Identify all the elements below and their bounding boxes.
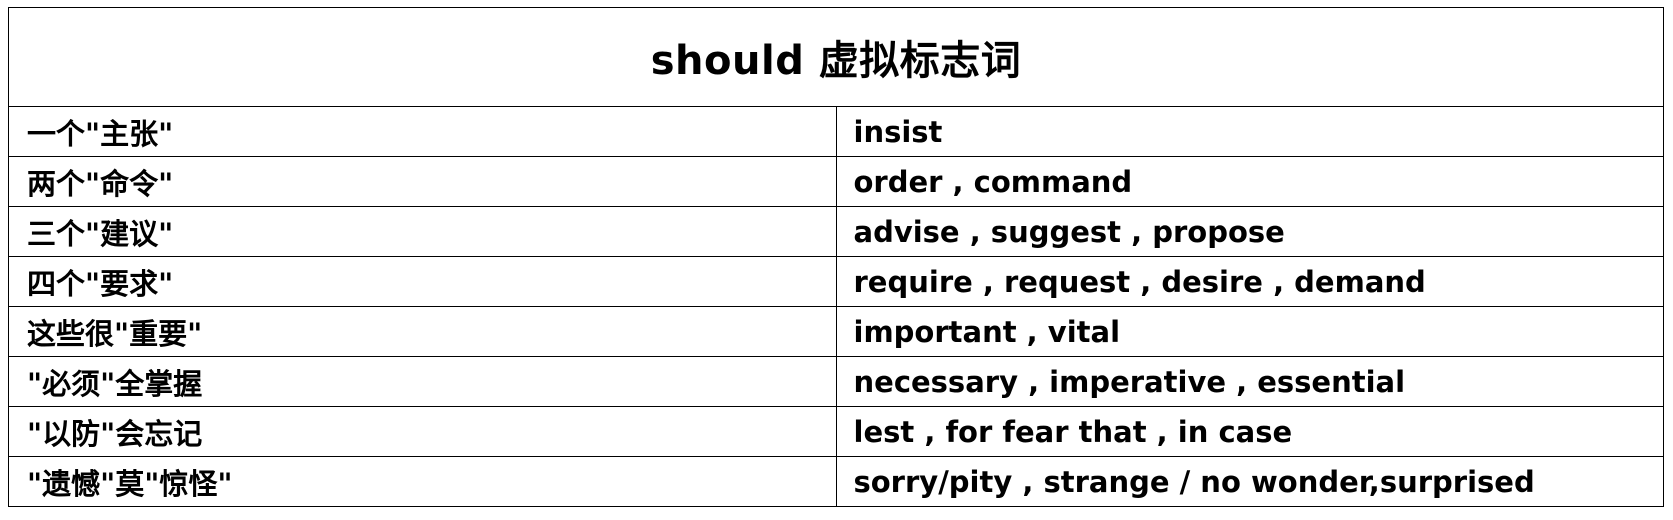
table-row: "遗憾"莫"惊怪" sorry/pity , strange / no wond… <box>8 456 1664 507</box>
mnemonic-cell: "必须"全掌握 <box>8 356 837 407</box>
table-row: "必须"全掌握 necessary , imperative , essenti… <box>8 356 1664 407</box>
words-cell: require , request , desire , demand <box>835 256 1664 307</box>
words-cell: advise , suggest , propose <box>835 206 1664 257</box>
title-row: should 虚拟标志词 <box>8 7 1664 107</box>
words-cell: necessary , imperative , essential <box>835 356 1664 407</box>
table-row: 四个"要求" require , request , desire , dema… <box>8 256 1664 307</box>
mnemonic-cell: 三个"建议" <box>8 206 837 257</box>
words-cell: insist <box>835 106 1664 157</box>
mnemonic-cell: 一个"主张" <box>8 106 837 157</box>
table-row: 两个"命令" order , command <box>8 156 1664 207</box>
mnemonic-cell: 两个"命令" <box>8 156 837 207</box>
table-row: 三个"建议" advise , suggest , propose <box>8 206 1664 257</box>
mnemonic-cell: 四个"要求" <box>8 256 837 307</box>
table-title: should 虚拟标志词 <box>8 7 1664 107</box>
words-cell: sorry/pity , strange / no wonder,surpris… <box>835 456 1664 507</box>
words-cell: order , command <box>835 156 1664 207</box>
should-subjunctive-table: should 虚拟标志词 一个"主张" insist 两个"命令" order … <box>8 7 1664 507</box>
words-cell: important , vital <box>835 306 1664 357</box>
words-cell: lest , for fear that , in case <box>835 406 1664 457</box>
table-row: 这些很"重要" important , vital <box>8 306 1664 357</box>
table-row: "以防"会忘记 lest , for fear that , in case <box>8 406 1664 457</box>
mnemonic-cell: 这些很"重要" <box>8 306 837 357</box>
table-row: 一个"主张" insist <box>8 106 1664 157</box>
mnemonic-cell: "遗憾"莫"惊怪" <box>8 456 837 507</box>
mnemonic-cell: "以防"会忘记 <box>8 406 837 457</box>
